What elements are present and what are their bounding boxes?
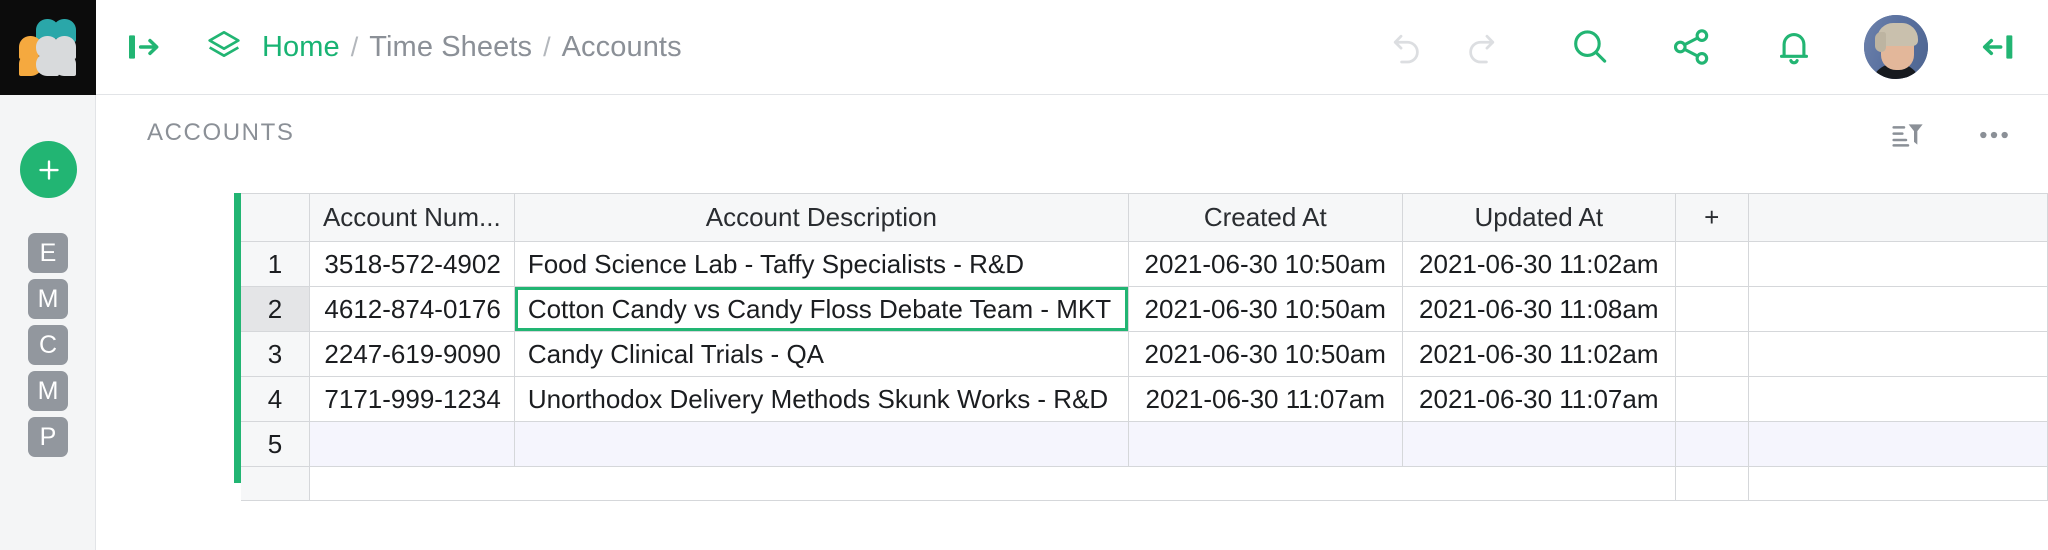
cell-account-description[interactable] <box>514 422 1128 467</box>
cell-spacer <box>1748 242 2047 287</box>
cell-account-description[interactable]: Candy Clinical Trials - QA <box>514 332 1128 377</box>
layers-icon[interactable] <box>204 27 244 67</box>
rail-item-c[interactable]: C <box>28 325 68 365</box>
panel-header: ACCOUNTS <box>97 95 2048 167</box>
table-header-row: Account Num... Account Description Creat… <box>241 194 2048 242</box>
page-title: ACCOUNTS <box>147 119 294 147</box>
rail-item-p[interactable]: P <box>28 417 68 457</box>
add-column-button[interactable]: + <box>1675 194 1748 242</box>
row-number-blank <box>241 467 309 501</box>
cell-spacer <box>1675 287 1748 332</box>
table-row[interactable]: 2 4612-874-0176 Cotton Candy vs Candy Fl… <box>241 287 2048 332</box>
breadcrumb: Home / Time Sheets / Accounts <box>262 31 682 64</box>
search-button[interactable] <box>1558 15 1622 79</box>
table-footer-row <box>241 467 2048 501</box>
logo-petal-gray-d <box>53 53 76 76</box>
cell-created-at[interactable]: 2021-06-30 10:50am <box>1128 242 1402 287</box>
table-row[interactable]: 1 3518-572-4902 Food Science Lab - Taffy… <box>241 242 2048 287</box>
left-rail: E M C M P <box>0 95 96 550</box>
breadcrumb-separator-1: / <box>351 32 359 63</box>
cell-spacer <box>1675 467 1748 501</box>
row-number[interactable]: 4 <box>241 377 309 422</box>
grid-accent-bar <box>234 193 241 483</box>
breadcrumb-item-accounts[interactable]: Accounts <box>562 31 682 64</box>
cell-updated-at[interactable]: 2021-06-30 11:02am <box>1402 242 1675 287</box>
row-number[interactable]: 1 <box>241 242 309 287</box>
cell-account-number[interactable]: 4612-874-0176 <box>309 287 514 332</box>
accounts-table: Account Num... Account Description Creat… <box>241 193 2048 501</box>
cell-spacer <box>1675 377 1748 422</box>
rail-item-m1[interactable]: M <box>28 279 68 319</box>
column-header-spacer <box>1748 194 2047 242</box>
cell-spacer <box>1675 422 1748 467</box>
table-footer-spacer <box>309 467 1675 501</box>
cell-created-at[interactable]: 2021-06-30 11:07am <box>1128 377 1402 422</box>
cell-updated-at[interactable]: 2021-06-30 11:07am <box>1402 377 1675 422</box>
rail-item-m2[interactable]: M <box>28 371 68 411</box>
breadcrumb-separator-2: / <box>543 32 551 63</box>
expand-panel-icon[interactable] <box>124 27 164 67</box>
main-content: ACCOUNTS Account <box>97 95 2048 550</box>
cell-spacer <box>1748 422 2047 467</box>
row-number[interactable]: 5 <box>241 422 309 467</box>
top-bar: Home / Time Sheets / Accounts <box>0 0 2048 95</box>
breadcrumb-item-home[interactable]: Home <box>262 31 340 64</box>
cell-spacer <box>1748 332 2047 377</box>
cell-spacer <box>1748 377 2047 422</box>
cell-account-number[interactable]: 2247-619-9090 <box>309 332 514 377</box>
collapse-sidebar-icon[interactable] <box>1974 24 2020 70</box>
breadcrumb-item-time-sheets[interactable]: Time Sheets <box>369 31 532 64</box>
row-number[interactable]: 3 <box>241 332 309 377</box>
cell-account-description[interactable]: Cotton Candy vs Candy Floss Debate Team … <box>514 287 1128 332</box>
more-options-button[interactable] <box>1972 113 2016 157</box>
cell-created-at[interactable] <box>1128 422 1402 467</box>
cell-updated-at[interactable]: 2021-06-30 11:08am <box>1402 287 1675 332</box>
app-logo[interactable] <box>0 0 96 95</box>
cell-updated-at[interactable]: 2021-06-30 11:02am <box>1402 332 1675 377</box>
cell-account-description[interactable]: Food Science Lab - Taffy Specialists - R… <box>514 242 1128 287</box>
cell-spacer <box>1675 242 1748 287</box>
cell-account-number[interactable]: 3518-572-4902 <box>309 242 514 287</box>
cell-updated-at[interactable] <box>1402 422 1675 467</box>
data-grid: Account Num... Account Description Creat… <box>234 193 2048 501</box>
column-header-rownum[interactable] <box>241 194 309 242</box>
header-actions <box>1374 0 2048 94</box>
column-header-account-number[interactable]: Account Num... <box>309 194 514 242</box>
cell-account-description[interactable]: Unorthodox Delivery Methods Skunk Works … <box>514 377 1128 422</box>
redo-button[interactable] <box>1450 15 1514 79</box>
sort-filter-button[interactable] <box>1886 113 1930 157</box>
column-header-updated-at[interactable]: Updated At <box>1402 194 1675 242</box>
panel-toolbar <box>1844 113 2016 157</box>
share-button[interactable] <box>1660 15 1724 79</box>
cell-created-at[interactable]: 2021-06-30 10:50am <box>1128 287 1402 332</box>
cell-spacer <box>1675 332 1748 377</box>
avatar-hair-side <box>1875 32 1886 52</box>
table-row[interactable]: 4 7171-999-1234 Unorthodox Delivery Meth… <box>241 377 2048 422</box>
rail-item-e[interactable]: E <box>28 233 68 273</box>
avatar[interactable] <box>1864 15 1928 79</box>
cell-spacer <box>1748 467 2047 501</box>
cell-account-number[interactable] <box>309 422 514 467</box>
column-header-created-at[interactable]: Created At <box>1128 194 1402 242</box>
table-row[interactable]: 3 2247-619-9090 Candy Clinical Trials - … <box>241 332 2048 377</box>
breadcrumb-bar: Home / Time Sheets / Accounts <box>96 0 682 94</box>
notifications-button[interactable] <box>1762 15 1826 79</box>
cell-account-number[interactable]: 7171-999-1234 <box>309 377 514 422</box>
table-row-new[interactable]: 5 <box>241 422 2048 467</box>
cell-created-at[interactable]: 2021-06-30 10:50am <box>1128 332 1402 377</box>
cell-spacer <box>1748 287 2047 332</box>
row-number[interactable]: 2 <box>241 287 309 332</box>
add-button[interactable] <box>20 141 77 198</box>
column-header-account-description[interactable]: Account Description <box>514 194 1128 242</box>
undo-button[interactable] <box>1374 15 1438 79</box>
logo-petal-grid <box>20 19 76 75</box>
